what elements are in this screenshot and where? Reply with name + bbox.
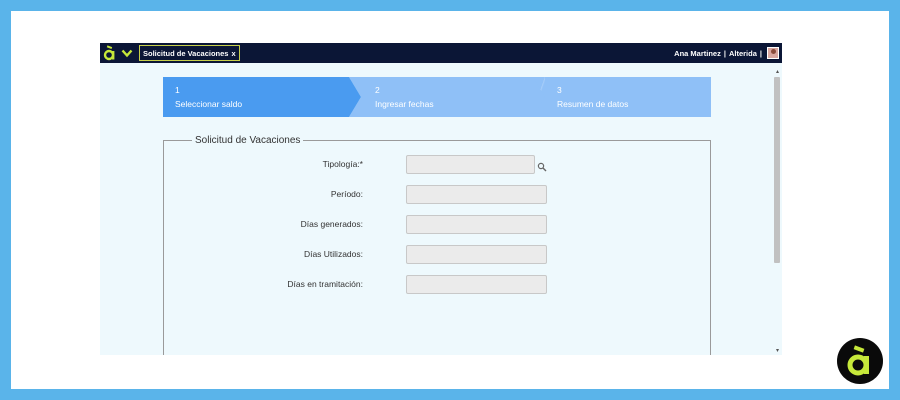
tipologia-input[interactable] [406, 155, 535, 174]
step-label: Resumen de datos [557, 99, 629, 109]
dias-utilizados-input[interactable] [406, 245, 547, 264]
field-label: Tipología:* [322, 159, 363, 169]
field-label: Días generados: [300, 219, 363, 229]
tab-solicitud-de-vacaciones[interactable]: Solicitud de Vacaciones x [139, 45, 240, 61]
step-number: 3 [557, 85, 562, 95]
avatar-icon[interactable] [767, 47, 779, 59]
scroll-down-button[interactable]: ▾ [774, 348, 781, 355]
field-label: Días Utilizados: [303, 249, 363, 259]
step-number: 2 [375, 85, 380, 95]
scroll-up-button[interactable]: ▴ [774, 69, 781, 76]
step-resumen-de-datos[interactable]: 3 Resumen de datos [531, 77, 711, 117]
form-legend: Solicitud de Vacaciones [192, 135, 304, 146]
top-bar: Solicitud de Vacaciones x Ana Martinez |… [100, 43, 782, 63]
field-label: Días en tramitación: [287, 279, 363, 289]
field-row-tipologia: Tipología:* [163, 155, 563, 174]
step-seleccionar-saldo[interactable]: 1 Seleccionar saldo [163, 77, 361, 117]
periodo-input[interactable] [406, 185, 547, 204]
field-label: Período: [330, 189, 363, 199]
dias-generados-input[interactable] [406, 215, 547, 234]
chevron-down-icon[interactable] [120, 43, 134, 63]
tab-label: Solicitud de Vacaciones [143, 48, 229, 58]
user-info: Ana Martinez | Alterida | [674, 43, 779, 63]
field-row-dias-utilizados: Días Utilizados: [163, 245, 563, 264]
vertical-scrollbar[interactable]: ▴ ▾ [774, 65, 781, 355]
step-label: Ingresar fechas [375, 99, 434, 109]
separator: | [759, 48, 762, 58]
field-row-periodo: Período: [163, 185, 563, 204]
dias-en-tramitacion-input[interactable] [406, 275, 547, 294]
brand-a-icon[interactable] [102, 43, 118, 63]
search-icon[interactable] [537, 159, 547, 172]
brand-a-icon [837, 338, 883, 384]
step-ingresar-fechas[interactable]: 2 Ingresar fechas [349, 77, 545, 117]
field-row-dias-en-tramitacion: Días en tramitación: [163, 275, 563, 294]
scrollbar-thumb[interactable] [774, 77, 780, 263]
company-name[interactable]: Alterida [729, 49, 757, 58]
user-name[interactable]: Ana Martinez [674, 49, 721, 58]
tab-close-button[interactable]: x [231, 49, 235, 58]
separator: | [723, 48, 726, 58]
step-label: Seleccionar saldo [175, 99, 243, 109]
app-window: Solicitud de Vacaciones x Ana Martinez |… [100, 43, 782, 355]
step-number: 1 [175, 85, 180, 95]
field-row-dias-generados: Días generados: [163, 215, 563, 234]
wizard-steps: 1 Seleccionar saldo 2 Ingresar fechas 3 … [163, 77, 711, 117]
